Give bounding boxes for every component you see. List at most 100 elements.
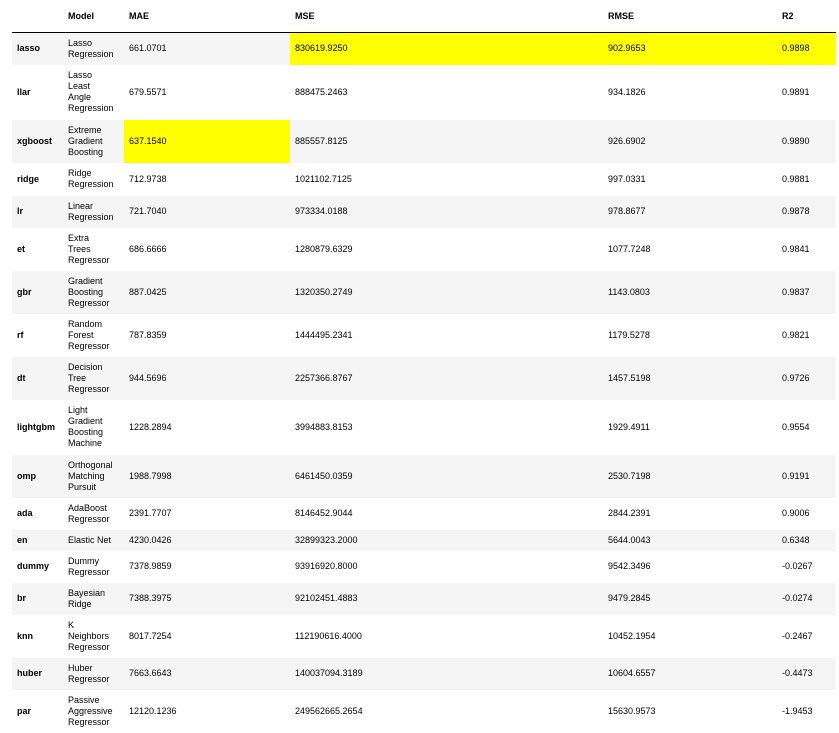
table-row: par Passive Aggressive Regressor 12120.1… [12, 689, 836, 733]
row-mae: 944.5696 [124, 356, 290, 400]
table-row: br Bayesian Ridge 7388.3975 92102451.488… [12, 582, 836, 615]
model-comparison-table: Model MAE MSE RMSE R2 lasso Lasso Regres… [12, 0, 836, 733]
row-mae: 12120.1236 [124, 689, 290, 733]
header-index [12, 0, 63, 33]
row-r2: 0.6348 [777, 529, 836, 551]
row-rmse: 10604.6557 [603, 657, 777, 690]
row-mse: 1320350.2749 [290, 270, 603, 314]
row-mse: 8146452.9044 [290, 497, 603, 530]
row-mae: 7663.6643 [124, 657, 290, 690]
row-mse: 112190616.4000 [290, 614, 603, 658]
row-id: et [12, 227, 63, 271]
row-mse: 6461450.0359 [290, 454, 603, 498]
row-r2: 0.9191 [777, 454, 836, 498]
row-mae: 8017.7254 [124, 614, 290, 658]
table-row: knn K Neighbors Regressor 8017.7254 1121… [12, 614, 836, 658]
table-row: lightgbm Light Gradient Boosting Machine… [12, 399, 836, 455]
table-row: ridge Ridge Regression 712.9738 1021102.… [12, 162, 836, 196]
row-model: Passive Aggressive Regressor [63, 689, 124, 733]
table-row: en Elastic Net 4230.0426 32899323.2000 5… [12, 529, 836, 551]
table-row: llar Lasso Least Angle Regression 679.55… [12, 64, 836, 120]
row-rmse: 902.9653 [603, 32, 777, 65]
row-r2: 0.9878 [777, 195, 836, 228]
table-row: huber Huber Regressor 7663.6643 14003709… [12, 657, 836, 690]
row-model: Linear Regression [63, 195, 124, 228]
row-mse: 885557.8125 [290, 119, 603, 163]
row-rmse: 15630.9573 [603, 689, 777, 733]
row-rmse: 2844.2391 [603, 497, 777, 530]
row-rmse: 1179.5278 [603, 313, 777, 357]
row-r2: -0.0267 [777, 550, 836, 583]
header-mse: MSE [290, 0, 603, 33]
row-id: llar [12, 64, 63, 120]
row-rmse: 1077.7248 [603, 227, 777, 271]
row-r2: 0.9726 [777, 356, 836, 400]
table-row: lr Linear Regression 721.7040 973334.018… [12, 195, 836, 228]
table-row: gbr Gradient Boosting Regressor 887.0425… [12, 270, 836, 314]
row-mse: 93916920.8000 [290, 550, 603, 583]
row-r2: -0.2467 [777, 614, 836, 658]
row-id: ridge [12, 162, 63, 196]
row-model: AdaBoost Regressor [63, 497, 124, 530]
row-id: huber [12, 657, 63, 690]
row-mse: 3994883.8153 [290, 399, 603, 455]
row-id: lightgbm [12, 399, 63, 455]
row-model: Decision Tree Regressor [63, 356, 124, 400]
table-row: lasso Lasso Regression 661.0701 830619.9… [12, 32, 836, 65]
row-id: ada [12, 497, 63, 530]
row-r2: 0.9006 [777, 497, 836, 530]
row-r2: -1.9453 [777, 689, 836, 733]
row-rmse: 997.0331 [603, 162, 777, 196]
row-model: Light Gradient Boosting Machine [63, 399, 124, 455]
row-mae: 1988.7998 [124, 454, 290, 498]
row-id: rf [12, 313, 63, 357]
row-mae: 7388.3975 [124, 582, 290, 615]
row-mae: 721.7040 [124, 195, 290, 228]
row-mae: 787.8359 [124, 313, 290, 357]
row-rmse: 9542.3496 [603, 550, 777, 583]
row-model: Extreme Gradient Boosting [63, 119, 124, 163]
row-id: gbr [12, 270, 63, 314]
row-id: par [12, 689, 63, 733]
row-id: knn [12, 614, 63, 658]
header-row: Model MAE MSE RMSE R2 [12, 0, 836, 33]
table-row: dt Decision Tree Regressor 944.5696 2257… [12, 356, 836, 400]
row-model: Elastic Net [63, 529, 124, 551]
table-row: et Extra Trees Regressor 686.6666 128087… [12, 227, 836, 271]
row-r2: 0.9841 [777, 227, 836, 271]
row-mae: 4230.0426 [124, 529, 290, 551]
row-rmse: 2530.7198 [603, 454, 777, 498]
row-rmse: 1457.5198 [603, 356, 777, 400]
row-mse: 1444495.2341 [290, 313, 603, 357]
header-model: Model [63, 0, 124, 33]
header-r2: R2 [777, 0, 836, 33]
row-rmse: 1929.4911 [603, 399, 777, 455]
row-rmse: 926.6902 [603, 119, 777, 163]
header-rmse: RMSE [603, 0, 777, 33]
table-row: dummy Dummy Regressor 7378.9859 93916920… [12, 550, 836, 583]
row-mae: 661.0701 [124, 32, 290, 65]
row-mae: 2391.7707 [124, 497, 290, 530]
row-id: br [12, 582, 63, 615]
row-mse: 973334.0188 [290, 195, 603, 228]
row-id: en [12, 529, 63, 551]
header-mae: MAE [124, 0, 290, 33]
row-r2: 0.9881 [777, 162, 836, 196]
table-row: omp Orthogonal Matching Pursuit 1988.799… [12, 454, 836, 498]
row-model: Lasso Regression [63, 32, 124, 65]
row-r2: 0.9837 [777, 270, 836, 314]
row-id: xgboost [12, 119, 63, 163]
row-id: dummy [12, 550, 63, 583]
row-mse: 1280879.6329 [290, 227, 603, 271]
row-model: Bayesian Ridge [63, 582, 124, 615]
row-mse: 32899323.2000 [290, 529, 603, 551]
row-rmse: 1143.0803 [603, 270, 777, 314]
row-mae: 686.6666 [124, 227, 290, 271]
row-id: lr [12, 195, 63, 228]
row-model: Huber Regressor [63, 657, 124, 690]
row-r2: -0.4473 [777, 657, 836, 690]
row-model: Extra Trees Regressor [63, 227, 124, 271]
row-model: Random Forest Regressor [63, 313, 124, 357]
row-rmse: 10452.1954 [603, 614, 777, 658]
row-mae: 637.1540 [124, 119, 290, 163]
